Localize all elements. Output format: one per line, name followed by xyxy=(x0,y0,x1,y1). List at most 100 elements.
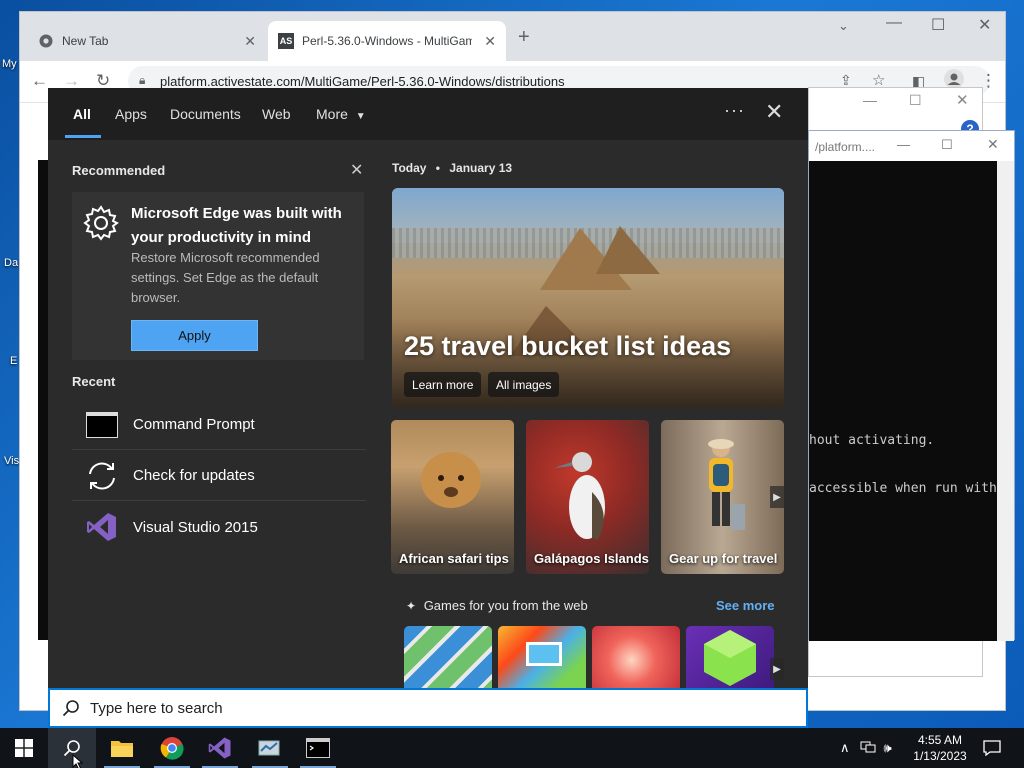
game-tile-1[interactable] xyxy=(404,626,492,688)
system-tray: ∧ 🕪︎ xyxy=(840,728,892,768)
minimize-icon[interactable]: — xyxy=(863,92,877,108)
caret-down-icon: ▼ xyxy=(355,111,366,122)
terminal-window[interactable]: /platform.... — ☐ ✕ hout activating. acc… xyxy=(808,130,1015,641)
terminal-scrollbar[interactable] xyxy=(997,161,1014,641)
dismiss-recommendation-icon[interactable]: ✕ xyxy=(350,160,363,180)
command-prompt-icon xyxy=(306,738,330,758)
next-tiles-icon[interactable]: ▶ xyxy=(770,486,784,508)
clock-time: 4:55 AM xyxy=(917,733,963,747)
learn-more-button[interactable]: Learn more xyxy=(404,372,482,397)
tab-more-label: More xyxy=(316,106,348,122)
active-tab-indicator xyxy=(65,135,101,138)
all-images-button[interactable]: All images xyxy=(488,372,560,397)
new-tab-icon[interactable]: + xyxy=(518,26,530,49)
taskbar: ∧ 🕪︎ 4:55 AM 1/13/2023 xyxy=(0,728,1024,768)
recommendation-title: Microsoft Edge was built with your produ… xyxy=(131,205,342,246)
game-tile-2[interactable] xyxy=(498,626,586,688)
taskbar-chrome[interactable] xyxy=(148,728,196,768)
recent-item-label: Visual Studio 2015 xyxy=(133,518,258,536)
green-gem-shape xyxy=(704,630,756,686)
tab-label: New Tab xyxy=(62,34,109,48)
start-button[interactable] xyxy=(0,728,48,768)
lock-icon[interactable]: 🔒︎ xyxy=(139,73,145,88)
maximize-icon[interactable]: ☐ xyxy=(941,137,953,153)
activestate-icon: AS xyxy=(278,33,294,49)
games-heading-label: Games for you from the web xyxy=(423,598,588,613)
close-icon[interactable]: ✕ xyxy=(765,99,783,125)
gear-icon xyxy=(82,204,120,242)
today-header: Today • January 13 xyxy=(392,161,513,175)
minimize-icon[interactable]: — xyxy=(886,14,902,32)
tile-label: African safari tips xyxy=(399,551,509,566)
network-icon[interactable] xyxy=(860,740,876,757)
see-more-link[interactable]: See more xyxy=(716,598,775,613)
volume-icon[interactable]: 🕪︎ xyxy=(884,740,892,756)
url-text: platform.activestate.com/MultiGame/Perl-… xyxy=(160,74,565,89)
traveler-image xyxy=(708,439,745,530)
desktop-icon-label[interactable]: My xyxy=(2,58,17,70)
recent-item-command-prompt[interactable]: Command Prompt xyxy=(72,400,366,450)
close-window-icon[interactable]: ✕ xyxy=(956,91,969,109)
notification-icon xyxy=(983,740,1001,756)
game-tile-4[interactable] xyxy=(686,626,774,688)
recent-item-label: Command Prompt xyxy=(133,416,255,433)
chrome-icon xyxy=(160,737,184,760)
tile-galapagos[interactable]: Galápagos Islands xyxy=(526,420,649,574)
close-window-icon[interactable]: ✕ xyxy=(987,136,999,153)
clock-date: 1/13/2023 xyxy=(913,749,967,763)
minimize-icon[interactable]: — xyxy=(897,137,910,152)
tab-perl-distribution[interactable]: AS Perl-5.36.0-Windows - MultiGam ✕ xyxy=(268,21,506,61)
tab-documents[interactable]: Documents xyxy=(170,106,241,122)
tile-african-safari[interactable]: African safari tips xyxy=(391,420,514,574)
taskbar-search-box[interactable] xyxy=(48,688,808,728)
folder-icon xyxy=(111,741,133,757)
tab-new-tab[interactable]: New Tab ✕ xyxy=(28,21,266,61)
bird-image xyxy=(554,452,605,540)
tile-gear-up-travel[interactable]: Gear up for travel xyxy=(661,420,784,574)
tab-more[interactable]: More ▼ xyxy=(316,106,366,122)
action-center-button[interactable] xyxy=(968,728,1016,768)
hero-card[interactable]: 25 travel bucket list ideas Learn more A… xyxy=(392,188,784,408)
tab-apps[interactable]: Apps xyxy=(115,106,147,122)
next-games-icon[interactable]: ▶ xyxy=(770,658,784,680)
taskbar-server-manager[interactable] xyxy=(246,728,294,768)
search-panel: All Apps Documents Web More ▼ ··· ✕ Reco… xyxy=(48,88,808,688)
recommended-heading: Recommended xyxy=(72,163,166,178)
recent-item-check-for-updates[interactable]: Check for updates xyxy=(72,451,366,501)
tab-search-icon[interactable]: ⌄ xyxy=(838,18,849,34)
visual-studio-icon xyxy=(208,737,231,759)
games-heading: ✦ Games for you from the web xyxy=(406,598,588,613)
terminal-line: hout activating. xyxy=(809,433,935,448)
desktop-icon-label[interactable]: E xyxy=(10,355,17,367)
window-title: /platform.... xyxy=(815,140,876,154)
close-window-icon[interactable]: ✕ xyxy=(978,15,991,35)
taskbar-command-prompt[interactable] xyxy=(294,728,342,768)
tab-web[interactable]: Web xyxy=(262,106,291,122)
recent-item-visual-studio[interactable]: Visual Studio 2015 xyxy=(72,502,366,552)
taskbar-search-button[interactable] xyxy=(48,728,96,768)
close-tab-icon[interactable]: ✕ xyxy=(244,33,256,50)
taskbar-visual-studio[interactable] xyxy=(196,728,244,768)
tab-all[interactable]: All xyxy=(73,106,91,122)
show-hidden-icons-icon[interactable]: ∧ xyxy=(840,740,850,756)
today-date: January 13 xyxy=(449,161,513,175)
taskbar-file-explorer[interactable] xyxy=(98,728,146,768)
back-icon[interactable]: ← xyxy=(31,71,48,91)
desktop-icon-label[interactable]: Da xyxy=(4,257,18,269)
lion-cub-image xyxy=(421,452,481,508)
clock[interactable]: 4:55 AM 1/13/2023 xyxy=(905,732,975,764)
close-tab-icon[interactable]: ✕ xyxy=(484,33,496,50)
tile-label: Gear up for travel xyxy=(669,551,778,566)
command-prompt-icon xyxy=(85,408,119,442)
search-input[interactable] xyxy=(90,699,690,717)
maximize-icon[interactable]: ☐ xyxy=(931,15,945,35)
terminal-output[interactable]: hout activating. accessible when run wit… xyxy=(809,161,999,641)
windows-logo-icon xyxy=(15,739,33,757)
desktop-icon-label[interactable]: Vis xyxy=(4,455,19,467)
more-options-icon[interactable]: ··· xyxy=(724,100,745,121)
apply-button[interactable]: Apply xyxy=(131,320,258,351)
recommendation-card: Microsoft Edge was built with your produ… xyxy=(72,192,364,360)
game-tile-3[interactable] xyxy=(592,626,680,688)
terminal-line: accessible when run with xyxy=(809,481,997,496)
maximize-icon[interactable]: ☐ xyxy=(909,92,922,109)
